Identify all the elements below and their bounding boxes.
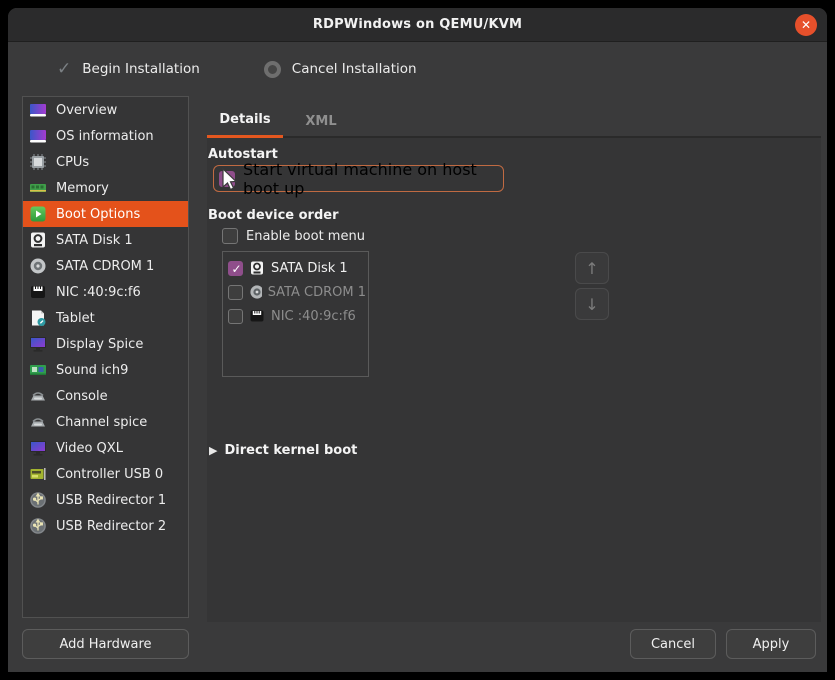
sidebar-item-display-spice[interactable]: Display Spice [23,331,188,357]
memory-icon [29,179,47,197]
enable-boot-menu-label: Enable boot menu [246,229,365,244]
cancel-circle-icon [264,61,281,78]
autostart-checkbox-label: Start virtual machine on host boot up [243,160,503,198]
window-title: RDPWindows on QEMU/KVM [313,17,522,32]
cdrom-icon [249,284,262,300]
boot-device-checkbox[interactable] [228,309,243,324]
sidebar-item-video-qxl[interactable]: Video QXL [23,435,188,461]
begin-installation-button[interactable]: ✓ Begin Installation [57,59,200,79]
sidebar-item-os-information[interactable]: OS information [23,123,188,149]
boot-device-list[interactable]: SATA Disk 1 SATA CDROM 1 NIC :40:9c:f6 [222,251,369,377]
usb-icon [29,517,47,535]
toolbar: ✓ Begin Installation Cancel Installation [8,43,827,95]
move-down-button[interactable]: ↓ [575,288,609,320]
checkmark-icon: ✓ [57,59,71,79]
sidebar-item-boot-options[interactable]: Boot Options [23,201,188,227]
monitor-gradient-icon [29,127,47,145]
display-icon [29,439,47,457]
action-bar: Add Hardware Cancel Apply [8,622,827,672]
arrow-up-icon: ↑ [585,259,598,278]
boot-device-row-nic[interactable]: NIC :40:9c:f6 [225,304,366,328]
nic-icon [249,308,265,324]
boot-device-checkbox[interactable] [228,261,243,276]
begin-installation-label: Begin Installation [82,61,200,77]
usb-icon [29,491,47,509]
sidebar-item-nic[interactable]: NIC :40:9c:f6 [23,279,188,305]
sidebar-item-cpus[interactable]: CPUs [23,149,188,175]
direct-kernel-boot-expander[interactable]: ▶ Direct kernel boot [209,443,357,458]
vm-details-window: RDPWindows on QEMU/KVM ✕ ✓ Begin Install… [8,8,827,672]
sidebar-item-usb-redirector-2[interactable]: USB Redirector 2 [23,513,188,539]
sidebar-item-controller-usb-0[interactable]: Controller USB 0 [23,461,188,487]
autostart-checkbox-row[interactable]: Start virtual machine on host boot up [213,165,504,192]
cpu-icon [29,153,47,171]
tab-details[interactable]: Details [207,104,283,138]
boot-device-order-header: Boot device order [208,208,339,223]
disk-icon [249,260,265,276]
sound-icon [29,361,47,379]
boot-device-row-sata-cdrom-1[interactable]: SATA CDROM 1 [225,280,366,304]
boot-device-row-sata-disk-1[interactable]: SATA Disk 1 [225,256,366,280]
sidebar-item-overview[interactable]: Overview [23,97,188,123]
boot-device-checkbox[interactable] [228,285,243,300]
apply-button[interactable]: Apply [726,629,816,659]
nic-icon [29,283,47,301]
display-icon [29,335,47,353]
sidebar-item-channel-spice[interactable]: Channel spice [23,409,188,435]
enable-boot-menu-row[interactable]: Enable boot menu [222,228,365,244]
sidebar-item-tablet[interactable]: Tablet [23,305,188,331]
controller-icon [29,465,47,483]
details-notebook: Details XML Autostart Start virtual mach… [199,96,827,622]
arrow-down-icon: ↓ [585,295,598,314]
close-icon[interactable]: ✕ [795,14,817,36]
sidebar-item-usb-redirector-1[interactable]: USB Redirector 1 [23,487,188,513]
sidebar-item-console[interactable]: Console [23,383,188,409]
monitor-gradient-icon [29,101,47,119]
cdrom-icon [29,257,47,275]
add-hardware-button[interactable]: Add Hardware [22,629,189,659]
serial-icon [29,413,47,431]
cancel-button[interactable]: Cancel [630,629,716,659]
boot-icon [29,205,47,223]
tab-strip: Details XML [207,96,821,138]
mouse-cursor [221,168,243,194]
move-up-button[interactable]: ↑ [575,252,609,284]
enable-boot-menu-checkbox[interactable] [222,228,238,244]
direct-kernel-boot-label: Direct kernel boot [224,443,357,458]
sidebar-item-memory[interactable]: Memory [23,175,188,201]
serial-icon [29,387,47,405]
cancel-installation-button[interactable]: Cancel Installation [264,61,417,78]
boot-options-panel: Autostart Start virtual machine on host … [207,138,821,622]
tab-xml[interactable]: XML [295,104,347,138]
tablet-icon [29,309,47,327]
chevron-right-icon: ▶ [209,444,217,457]
sidebar-item-sata-cdrom-1[interactable]: SATA CDROM 1 [23,253,188,279]
hardware-list: Overview OS information CPUs Memory Boot… [22,96,189,618]
titlebar[interactable]: RDPWindows on QEMU/KVM ✕ [8,8,827,42]
disk-icon [29,231,47,249]
cancel-installation-label: Cancel Installation [292,61,417,77]
sidebar-item-sound-ich9[interactable]: Sound ich9 [23,357,188,383]
sidebar-item-sata-disk-1[interactable]: SATA Disk 1 [23,227,188,253]
